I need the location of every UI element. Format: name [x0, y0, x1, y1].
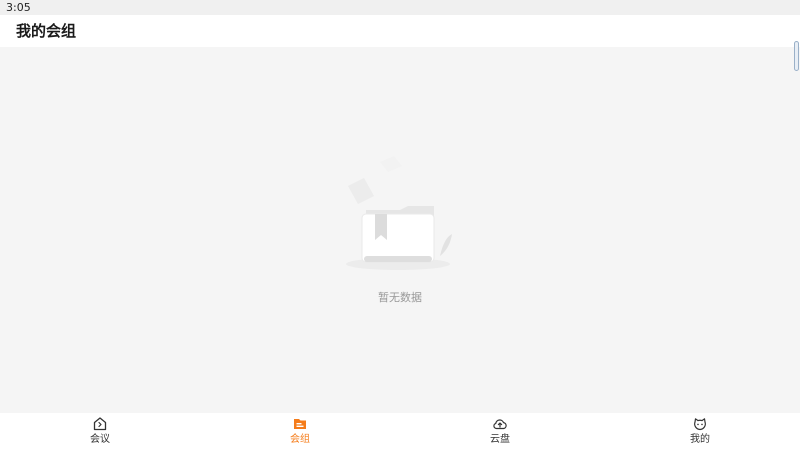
- app-screen: 3:05 我的会组 暂无数据 会议 会组 云盘 我的: [0, 0, 800, 450]
- tab-label: 云盘: [490, 434, 510, 445]
- tab-label: 我的: [690, 434, 710, 445]
- profile-face-icon: [694, 418, 706, 431]
- status-time: 3:05: [6, 1, 31, 14]
- tab-group[interactable]: 会组: [200, 413, 400, 450]
- paper-piece-icon: [380, 156, 402, 172]
- bottom-tab-bar: 会议 会组 云盘 我的: [0, 413, 800, 450]
- tab-cloud-drive[interactable]: 云盘: [400, 413, 600, 450]
- scrollbar[interactable]: [794, 41, 799, 71]
- status-bar: 3:05: [0, 0, 800, 15]
- empty-folder-illustration: [346, 156, 452, 270]
- leaf-icon: [440, 234, 452, 256]
- tab-label: 会组: [290, 434, 310, 445]
- meeting-home-icon: [93, 417, 107, 431]
- folder-bottom: [364, 256, 432, 262]
- empty-state-message: 暂无数据: [378, 291, 422, 304]
- page-title: 我的会组: [16, 22, 77, 40]
- folder-front: [361, 213, 435, 263]
- tab-label: 会议: [90, 434, 110, 445]
- tab-mine[interactable]: 我的: [600, 413, 800, 450]
- header: 我的会组: [0, 15, 800, 47]
- paper-piece-icon: [348, 178, 374, 204]
- tab-meeting[interactable]: 会议: [0, 413, 200, 450]
- cloud-upload-icon: [493, 419, 507, 430]
- group-folder-icon: [294, 419, 306, 429]
